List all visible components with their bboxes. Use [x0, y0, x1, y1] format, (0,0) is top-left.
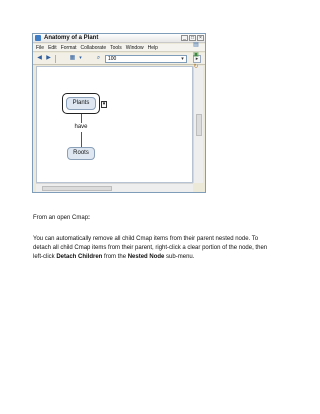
- menu-tools[interactable]: Tools: [110, 44, 122, 51]
- nested-node-label: Nested Node: [127, 254, 165, 260]
- concept-roots[interactable]: Roots: [67, 147, 95, 160]
- toolbar-separator: [55, 55, 56, 63]
- line3-prefix: left-click: [33, 254, 57, 260]
- heading-text: From an open Cmap: [33, 215, 89, 221]
- window-title: Anatomy of a Plant: [44, 35, 99, 41]
- map-canvas[interactable]: [36, 66, 193, 183]
- nested-node-toggle-icon[interactable]: ▾: [101, 101, 107, 108]
- horizontal-scrollbar[interactable]: [36, 183, 193, 192]
- menu-bar: File Edit Format Collaborate Tools Windo…: [33, 44, 205, 52]
- linking-phrase-have[interactable]: have: [66, 123, 96, 131]
- styles-icon[interactable]: ▣: [192, 51, 200, 59]
- link-line-lower: [81, 132, 82, 147]
- app-icon: [35, 35, 41, 41]
- line3-suffix: sub-menu.: [164, 254, 195, 260]
- menu-edit[interactable]: Edit: [48, 44, 57, 51]
- line3-mid: from the: [102, 254, 128, 260]
- menu-format[interactable]: Format: [61, 44, 77, 51]
- dropdown-icon[interactable]: ▾: [77, 55, 84, 62]
- horizontal-scroll-thumb[interactable]: [42, 186, 112, 191]
- heading-colon: :: [88, 215, 91, 221]
- forward-arrow-icon[interactable]: ▶: [45, 55, 52, 62]
- find-icon[interactable]: ⌕: [95, 55, 102, 62]
- toolbar: ◀ ▶ ▦ ▾ ⌕ 100 ▾ ▸: [33, 53, 205, 65]
- zoom-input[interactable]: 100: [105, 55, 187, 63]
- zoom-dropdown-icon[interactable]: ▾: [179, 56, 186, 62]
- menu-file[interactable]: File: [36, 44, 44, 51]
- menu-help[interactable]: Help: [148, 44, 158, 51]
- side-tool-strip: ▤ ▣ ↻: [192, 41, 201, 89]
- minimize-button[interactable]: _: [181, 35, 188, 41]
- cmap-window: Anatomy of a Plant _ □ × File Edit Forma…: [32, 33, 206, 193]
- doc-paragraph: You can automatically remove all child C…: [33, 235, 288, 262]
- menu-window[interactable]: Window: [126, 44, 144, 51]
- paragraph-line-1: You can automatically remove all child C…: [33, 236, 259, 242]
- layout-icon[interactable]: ▦: [69, 55, 76, 62]
- paragraph-line-2: detach all child Cmap items from their p…: [33, 245, 268, 251]
- menu-collaborate[interactable]: Collaborate: [81, 44, 107, 51]
- link-line-upper: [81, 114, 82, 123]
- refresh-icon[interactable]: ↻: [192, 63, 200, 71]
- title-bar: Anatomy of a Plant _ □ ×: [33, 34, 205, 43]
- paragraph-line-3: left-click Detach Children from the Nest…: [33, 253, 288, 262]
- vertical-scroll-thumb[interactable]: [196, 114, 202, 136]
- views-icon[interactable]: ▤: [192, 41, 200, 49]
- concept-plants[interactable]: Plants: [66, 97, 96, 110]
- back-arrow-icon[interactable]: ◀: [36, 55, 43, 62]
- detach-children-label: Detach Children: [56, 254, 103, 260]
- doc-heading: From an open Cmap:: [33, 214, 90, 223]
